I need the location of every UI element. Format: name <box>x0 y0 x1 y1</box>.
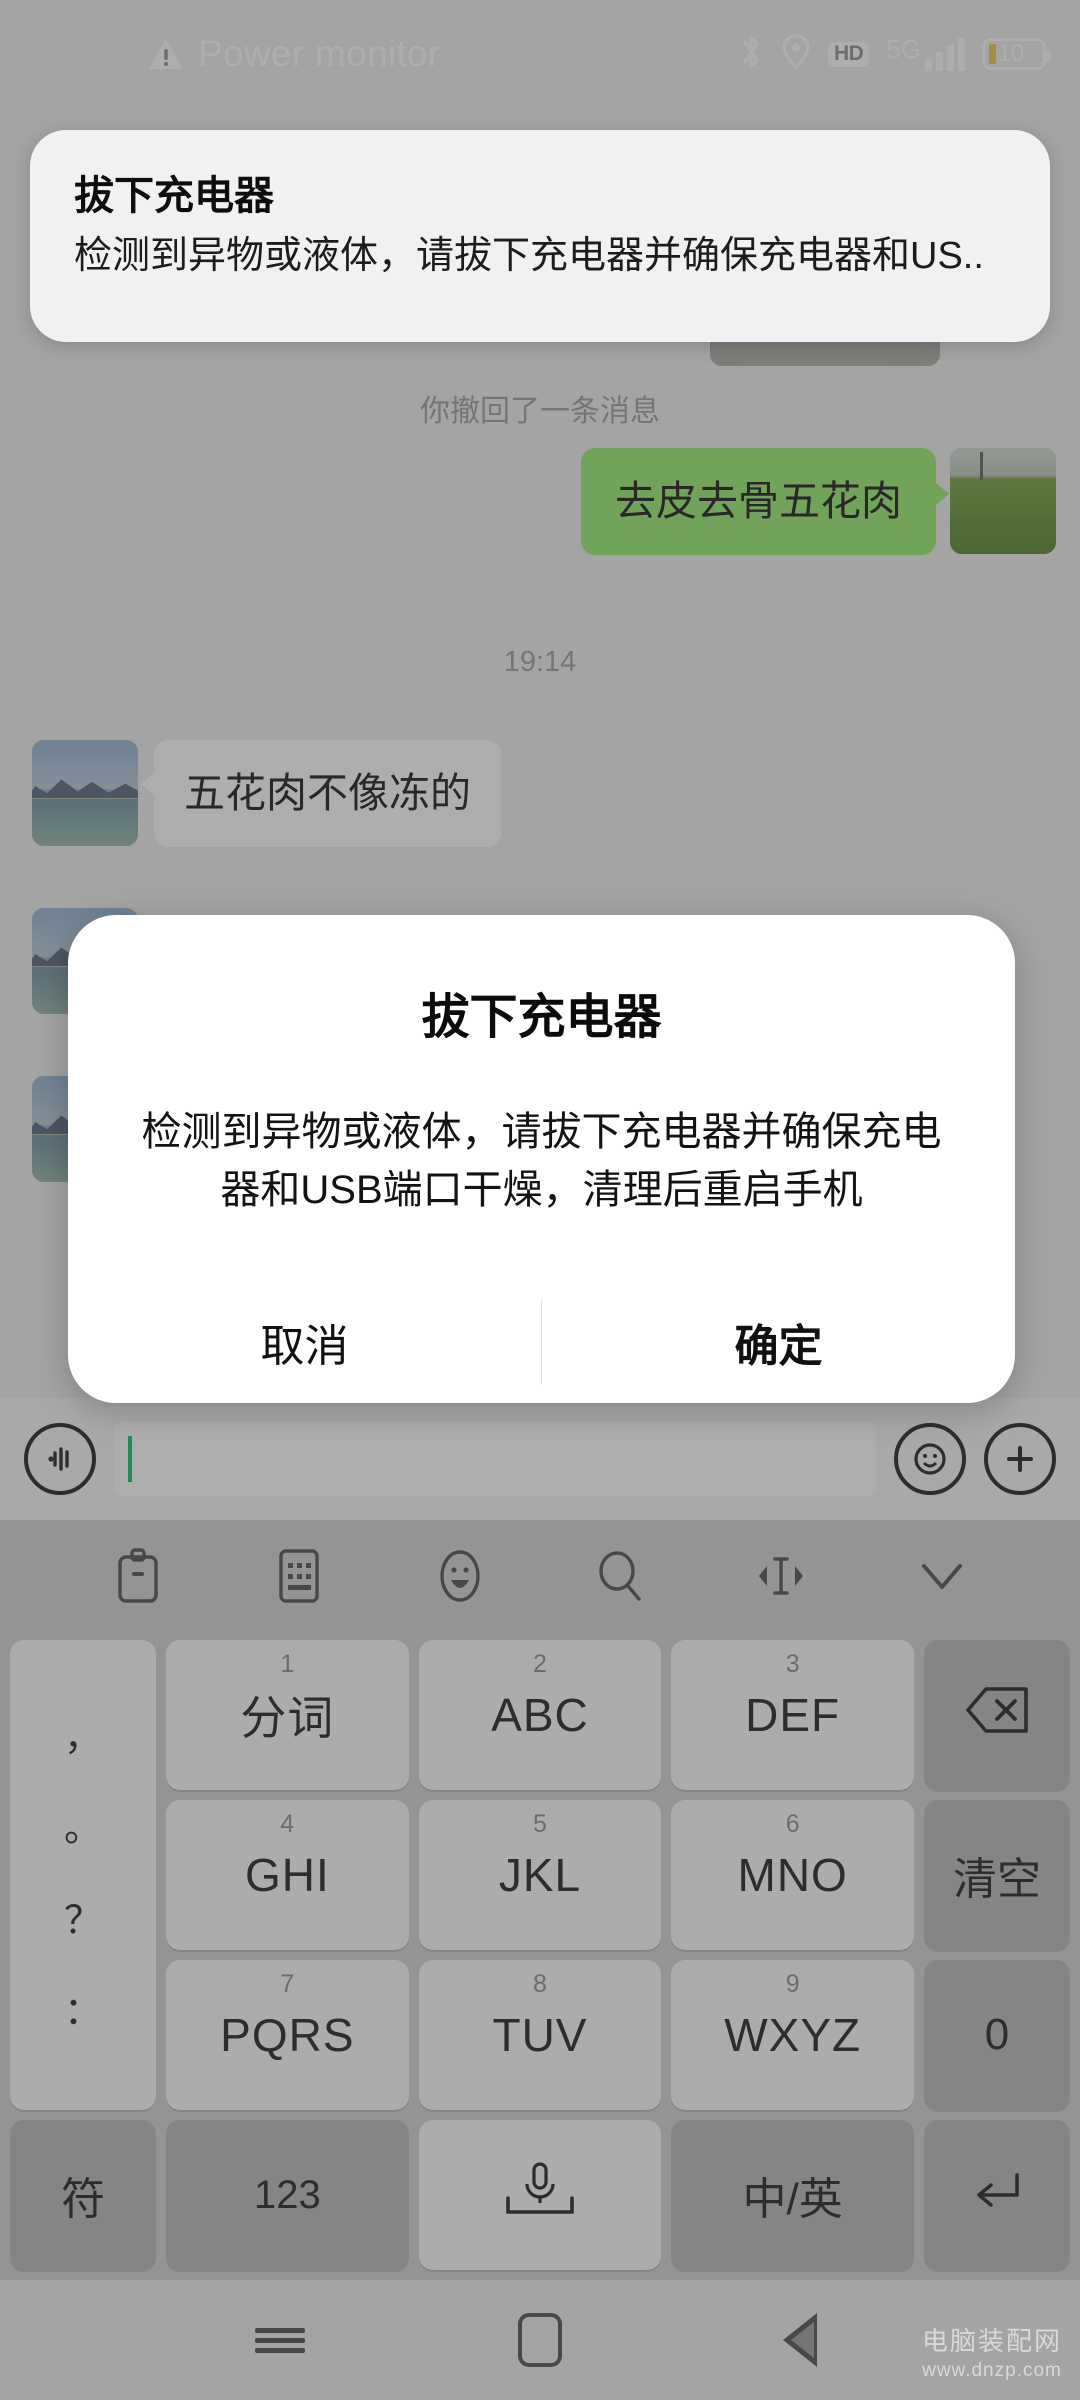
microphone-icon <box>494 2158 586 2233</box>
message-row-incoming[interactable]: 五花肉不像冻的 <box>32 740 501 848</box>
key-digit: 1 <box>280 1650 295 1678</box>
key-1-fenci[interactable]: 1 分词 <box>166 1640 409 1790</box>
key-digit: 4 <box>280 1810 295 1838</box>
status-bar: Power monitor HD 5G 10 <box>0 0 1080 108</box>
battery-fill <box>989 44 996 64</box>
key-5-jkl[interactable]: 5 JKL <box>418 1800 662 1950</box>
watermark-url: www.dnzp.com <box>922 2360 1062 2381</box>
keyboard[interactable]: ， 。 ？ ： 1 分词 2 ABC 3 DEF 4 GHI 5 JKL 6 M… <box>0 1520 1080 2280</box>
notification-body: 检测到异物或液体，请拔下充电器并确保充电器和US.. <box>74 235 984 277</box>
battery-level-label: 10 <box>998 40 1024 67</box>
chevron-down-icon[interactable] <box>909 1543 975 1609</box>
key-symbols[interactable]: 符 <box>10 2120 156 2270</box>
system-recall-note: 你撤回了一条消息 <box>420 395 660 428</box>
key-4-ghi[interactable]: 4 GHI <box>166 1800 409 1950</box>
plus-icon[interactable] <box>984 1423 1056 1495</box>
emoji-icon[interactable] <box>427 1543 493 1609</box>
key-punctuation[interactable]: ， 。 ？ ： <box>10 1640 156 2110</box>
text-caret <box>128 1436 132 1482</box>
punct-comma: ， <box>63 1716 102 1759</box>
notification-banner[interactable]: 拔下充电器 检测到异物或液体，请拔下充电器并确保充电器和US.. <box>30 130 1050 342</box>
key-8-tuv[interactable]: 8 TUV <box>418 1960 662 2110</box>
cursor-move-icon[interactable] <box>748 1543 814 1609</box>
confirm-button[interactable]: 确定 <box>542 1281 1015 1403</box>
key-label: 分词 <box>240 1692 335 1744</box>
battery-icon: 10 <box>982 38 1051 70</box>
location-icon <box>781 33 811 76</box>
chat-input-bar[interactable] <box>0 1398 1080 1520</box>
enter-icon <box>969 2167 1025 2224</box>
backspace-icon <box>964 1685 1030 1746</box>
hd-icon: HD <box>827 41 870 67</box>
back-icon[interactable] <box>755 2305 845 2375</box>
dialog-message: 检测到异物或液体，请拔下充电器并确保充电器和USB端口干燥，清理后重启手机 <box>141 1110 942 1212</box>
punct-question: ？ <box>63 1899 102 1942</box>
status-bar-title: Power monitor <box>198 33 441 74</box>
signal-bars-icon <box>925 37 965 71</box>
key-9-wxyz[interactable]: 9 WXYZ <box>671 1960 914 2110</box>
key-clear[interactable]: 清空 <box>924 1800 1070 1950</box>
key-digit: 2 <box>533 1650 547 1678</box>
incoming-message-bubble[interactable]: 五花肉不像冻的 <box>141 740 501 848</box>
key-2-abc[interactable]: 2 ABC <box>418 1640 662 1790</box>
key-6-mno[interactable]: 6 MNO <box>671 1800 914 1950</box>
keyboard-icon[interactable] <box>266 1543 332 1609</box>
emoji-icon[interactable] <box>894 1423 966 1495</box>
recents-icon[interactable] <box>235 2305 325 2375</box>
cancel-button[interactable]: 取消 <box>68 1281 541 1403</box>
key-digit: 5 <box>533 1810 547 1838</box>
status-bar-right: HD 5G 10 <box>738 33 1051 76</box>
network-type-label: 5G <box>886 33 921 64</box>
notification-title: 拔下充电器 <box>74 174 274 218</box>
key-digit: 9 <box>785 1970 800 1998</box>
key-label: JKL <box>498 1849 582 1901</box>
message-row-outgoing[interactable]: 去皮去骨五花肉 <box>581 448 1056 556</box>
key-numeric[interactable]: 123 <box>166 2120 409 2270</box>
punct-colon: ： <box>63 1991 102 2034</box>
dialog-title: 拔下充电器 <box>421 991 662 1044</box>
key-backspace[interactable] <box>924 1640 1070 1790</box>
watermark: 电脑装配网 www.dnzp.com <box>922 2321 1062 2382</box>
key-digit: 8 <box>533 1970 547 1998</box>
keyboard-toolbar[interactable] <box>0 1520 1080 1632</box>
outgoing-message-bubble[interactable]: 去皮去骨五花肉 <box>581 448 949 556</box>
key-language-toggle[interactable]: 中/英 <box>671 2120 914 2270</box>
alert-dialog[interactable]: 拔下充电器 检测到异物或液体，请拔下充电器并确保充电器和USB端口干燥，清理后重… <box>68 915 1015 1403</box>
punct-period: 。 <box>63 1808 102 1851</box>
key-enter[interactable] <box>924 2120 1070 2270</box>
home-icon[interactable] <box>495 2305 585 2375</box>
key-label: MNO <box>737 1849 848 1901</box>
avatar[interactable] <box>950 448 1056 554</box>
message-timestamp: 19:14 <box>503 646 577 678</box>
key-digit: 3 <box>785 1650 800 1678</box>
key-zero[interactable]: 0 <box>924 1960 1070 2110</box>
dialog-actions: 取消 确定 <box>68 1281 1015 1403</box>
key-3-def[interactable]: 3 DEF <box>671 1640 914 1790</box>
status-bar-left: Power monitor <box>148 33 440 75</box>
warning-triangle-icon <box>148 38 184 71</box>
system-navigation-bar[interactable] <box>0 2280 1080 2400</box>
phone-screen: Power monitor HD 5G 10 你撤回了一条消息 去皮去骨五花肉 … <box>0 0 1080 2400</box>
watermark-name: 电脑装配网 <box>921 2326 1062 2356</box>
key-label: WXYZ <box>724 2009 862 2061</box>
key-7-pqrs[interactable]: 7 PQRS <box>166 1960 409 2110</box>
key-digit: 6 <box>785 1810 800 1838</box>
key-label: GHI <box>244 1849 330 1901</box>
message-input-field[interactable] <box>114 1422 876 1496</box>
search-icon[interactable] <box>587 1543 653 1609</box>
keyboard-grid[interactable]: ， 。 ？ ： 1 分词 2 ABC 3 DEF 4 GHI 5 JKL 6 M… <box>0 1632 1080 2280</box>
key-label: ABC <box>491 1689 589 1741</box>
key-label: DEF <box>745 1689 841 1741</box>
key-space[interactable] <box>418 2120 662 2270</box>
avatar[interactable] <box>32 740 138 846</box>
bluetooth-icon <box>738 33 764 76</box>
key-digit: 7 <box>280 1970 295 1998</box>
key-label: PQRS <box>220 2009 355 2061</box>
signal-indicator: 5G <box>886 33 965 71</box>
voice-input-icon[interactable] <box>24 1423 96 1495</box>
key-label: TUV <box>492 2009 588 2061</box>
clipboard-icon[interactable] <box>105 1543 171 1609</box>
